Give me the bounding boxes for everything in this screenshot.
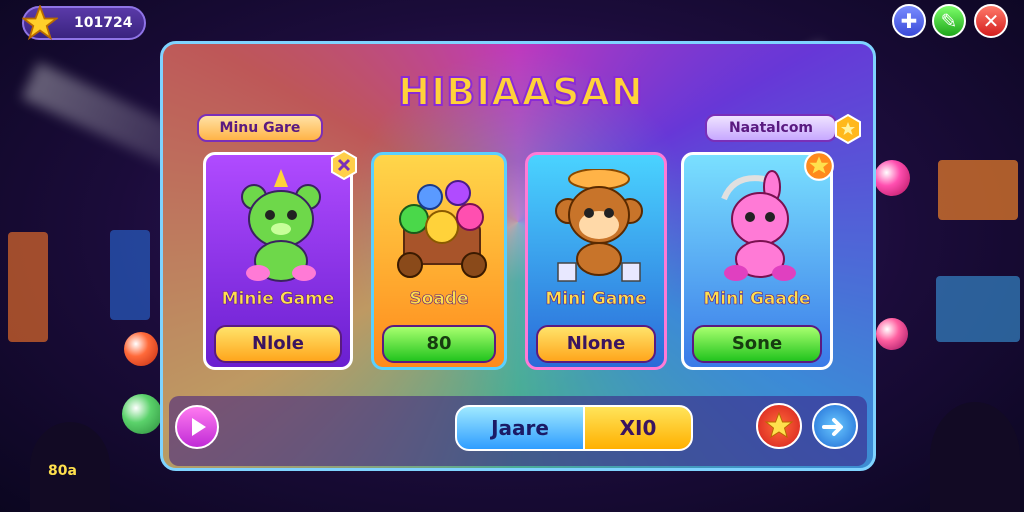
game-card-4[interactable]: Mini Gaade Sone <box>681 152 833 370</box>
background-arcade-screen <box>110 230 150 320</box>
star-icon <box>764 411 794 439</box>
tab-right[interactable]: Naatalcom <box>705 114 837 142</box>
close-badge-icon[interactable] <box>329 150 359 180</box>
play-icon <box>192 418 206 436</box>
close-button[interactable]: ✕ <box>974 4 1008 38</box>
floating-candy-ball <box>124 332 158 366</box>
green-bear-icon <box>241 169 321 282</box>
background-arcade-screen <box>938 160 1018 220</box>
currency-value: 101724 <box>74 15 133 31</box>
card-button[interactable]: 80 <box>382 325 496 363</box>
card-button[interactable]: Nlone <box>536 325 656 363</box>
mode-toggle-left[interactable]: Jaare <box>455 405 585 451</box>
background-arcade-screen <box>8 232 48 342</box>
card-button[interactable]: Sone <box>692 325 822 363</box>
card-button[interactable]: Nlole <box>214 325 342 363</box>
game-card-2[interactable]: Soade 80 <box>371 152 507 370</box>
plus-button[interactable]: ✚ <box>892 4 926 38</box>
star-badge-icon[interactable] <box>833 114 863 144</box>
arrow-right-icon <box>822 418 843 436</box>
candy-pile-icon <box>397 180 487 278</box>
close-icon: ✕ <box>982 9 1000 33</box>
star-icon <box>22 5 58 41</box>
edit-icon: ✎ <box>940 9 958 33</box>
mode-toggle-right[interactable]: XI0 <box>583 405 693 451</box>
share-button[interactable] <box>812 403 858 449</box>
floating-candy-ball <box>874 160 910 196</box>
tab-left[interactable]: Minu Gare <box>197 114 323 142</box>
favorite-button[interactable] <box>756 403 802 449</box>
plus-icon: ✚ <box>900 9 918 33</box>
currency-counter: 101724 <box>22 5 146 41</box>
background-arcade-screen <box>936 276 1020 342</box>
star-badge-icon[interactable] <box>803 150 835 182</box>
panel-title: HIBIAASAN <box>397 69 644 115</box>
play-button[interactable] <box>175 405 219 449</box>
game-card-3[interactable]: Mini Game Nlone <box>525 152 667 370</box>
card-label: Minie Game <box>221 289 335 310</box>
edit-button[interactable]: ✎ <box>932 4 966 38</box>
game-card-1[interactable]: Minie Game Nlole <box>203 152 353 370</box>
floating-candy-ball <box>122 394 162 434</box>
crowd-silhouette <box>930 402 1020 512</box>
floating-candy-ball <box>876 318 908 350</box>
monkey-icon <box>555 169 643 282</box>
pink-bunny-icon <box>721 170 796 281</box>
card-label: Mini Game <box>545 289 647 310</box>
corner-counter: 80a <box>48 463 77 479</box>
card-label: Mini Gaade <box>703 289 811 310</box>
card-label: Soade <box>409 289 469 310</box>
